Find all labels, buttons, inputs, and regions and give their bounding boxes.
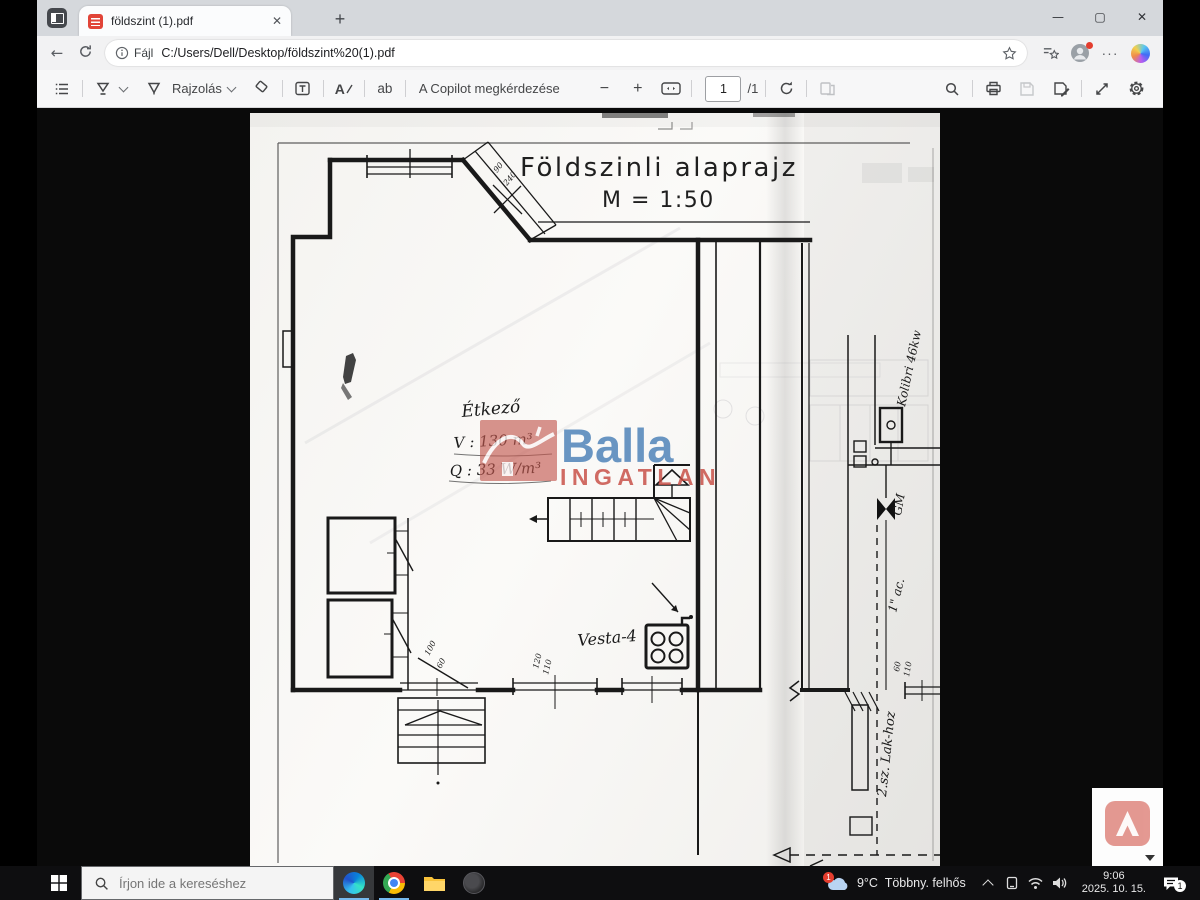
clock-date: 2025. 10. 15. <box>1082 883 1146 896</box>
scroll-down-icon[interactable] <box>1145 855 1155 861</box>
draw-pen-icon[interactable] <box>141 76 167 102</box>
page-total-label: /1 <box>747 81 758 96</box>
fullscreen-icon[interactable] <box>1089 76 1115 102</box>
highlighter-icon[interactable] <box>90 76 116 102</box>
toc-icon[interactable] <box>49 76 75 102</box>
draw-label[interactable]: Rajzolás <box>172 81 222 96</box>
weather-text[interactable]: 9°C Többny. felhős <box>857 876 966 890</box>
page-number-input[interactable] <box>705 76 741 102</box>
back-icon[interactable]: ← <box>43 44 71 62</box>
draw-dropdown-icon[interactable] <box>226 83 236 93</box>
weather-icon[interactable]: 1 <box>825 876 851 891</box>
read-aloud-icon[interactable]: A <box>331 76 357 102</box>
window-top <box>367 149 452 178</box>
translate-icon[interactable]: ab <box>372 76 398 102</box>
acrobat-panel <box>1092 788 1163 866</box>
page-view-icon[interactable] <box>814 76 840 102</box>
desktop-screen: földszint (1).pdf ✕ + — ▢ ✕ ← Fájl C:/Us… <box>0 0 1200 900</box>
floor-plan-drawing: Földszinli alaprajz M = 1:50 <box>250 113 940 866</box>
rotate-icon[interactable] <box>773 76 799 102</box>
pdf-viewer-area[interactable]: Földszinli alaprajz M = 1:50 <box>37 108 1163 866</box>
pdf-toolbar: Rajzolás A ab A Copilot megkérdezése − + <box>37 70 1163 108</box>
copilot-icon[interactable] <box>1125 38 1155 68</box>
taskbar-explorer-icon[interactable] <box>414 866 454 900</box>
tray-chevron-icon[interactable] <box>976 877 1000 889</box>
plan-title: Földszinli alaprajz <box>520 153 798 183</box>
workspaces-icon[interactable] <box>47 8 67 28</box>
address-bar: ← Fájl C:/Users/Dell/Desktop/földszint%2… <box>37 36 1163 70</box>
file-scheme-label: Fájl <box>134 46 153 60</box>
weather-temp: 9°C <box>857 876 878 890</box>
dim-win1-b: 110 <box>541 658 553 675</box>
minimize-button[interactable]: — <box>1037 0 1079 36</box>
exterior-steps <box>398 698 485 785</box>
taskbar-app-icon[interactable] <box>454 866 494 900</box>
watermark: Balla INGATLAN <box>480 419 721 490</box>
url-field[interactable]: Fájl C:/Users/Dell/Desktop/földszint%20(… <box>105 40 1027 66</box>
stove-label: Vesta-4 <box>577 626 638 650</box>
eraser-icon[interactable] <box>249 76 275 102</box>
highlighter-dropdown-icon[interactable] <box>119 83 129 93</box>
new-tab-button[interactable]: + <box>327 7 353 33</box>
search-magnifier-icon <box>94 876 109 891</box>
system-tray: 1 9°C Többny. felhős 9:06 2025. 10. 15. … <box>825 866 1200 900</box>
favorite-star-icon[interactable] <box>1002 46 1017 61</box>
weather-badge: 1 <box>823 872 834 883</box>
copilot-ask-label[interactable]: A Copilot megkérdezése <box>419 81 560 96</box>
pdf-favicon-icon <box>88 14 103 29</box>
stove <box>646 583 693 668</box>
taskbar: 1 9°C Többny. felhős 9:06 2025. 10. 15. … <box>0 866 1200 900</box>
bottom-windows <box>513 675 682 709</box>
clock-time: 9:06 <box>1082 870 1146 883</box>
left-rooms <box>328 518 478 696</box>
plan-scale: M = 1:50 <box>602 188 715 213</box>
wifi-icon[interactable] <box>1024 876 1048 890</box>
watermark-brand2: INGATLAN <box>560 464 721 490</box>
acrobat-icon[interactable] <box>1105 801 1150 846</box>
weather-desc: Többny. felhős <box>885 876 966 890</box>
collections-icon[interactable] <box>1035 38 1065 68</box>
pdf-page: Földszinli alaprajz M = 1:50 <box>250 113 940 866</box>
profile-badge <box>1086 42 1093 49</box>
notification-count: 1 <box>1174 880 1186 892</box>
zoom-out-button[interactable]: − <box>600 80 609 98</box>
settings-gear-icon[interactable] <box>1123 76 1149 102</box>
action-center-icon[interactable]: 1 <box>1156 875 1186 892</box>
zoom-in-button[interactable]: + <box>633 80 642 98</box>
fit-page-icon[interactable] <box>658 76 684 102</box>
taskbar-edge-icon[interactable] <box>334 866 374 900</box>
taskbar-chrome-icon[interactable] <box>374 866 414 900</box>
tab-strip: földszint (1).pdf ✕ + — ▢ ✕ <box>37 0 1163 36</box>
print-icon[interactable] <box>980 76 1006 102</box>
tab-close-icon[interactable]: ✕ <box>272 14 282 28</box>
taskbar-search-input[interactable] <box>117 875 321 892</box>
save-as-icon[interactable] <box>1048 76 1074 102</box>
profile-avatar[interactable] <box>1065 38 1095 68</box>
dim-win2-a: 60 <box>892 661 903 673</box>
start-button[interactable] <box>37 866 81 900</box>
room-label: Étkező <box>460 396 522 422</box>
tab-title: földszint (1).pdf <box>111 14 266 28</box>
url-text: C:/Users/Dell/Desktop/földszint%20(1).pd… <box>161 46 1002 60</box>
dim-win1-a: 120 <box>531 652 543 669</box>
browser-window: földszint (1).pdf ✕ + — ▢ ✕ ← Fájl C:/Us… <box>37 0 1163 866</box>
dim-small-a: 100 <box>423 639 438 657</box>
plan-walls-thin <box>283 222 810 855</box>
close-button[interactable]: ✕ <box>1121 0 1163 36</box>
volume-icon[interactable] <box>1048 876 1072 890</box>
refresh-icon[interactable] <box>71 44 99 63</box>
maximize-button[interactable]: ▢ <box>1079 0 1121 36</box>
tray-device-icon[interactable] <box>1000 875 1024 891</box>
dim-small-b: 60 <box>435 657 448 670</box>
taskbar-clock[interactable]: 9:06 2025. 10. 15. <box>1082 870 1146 896</box>
info-icon[interactable] <box>115 46 129 60</box>
browser-tab[interactable]: földszint (1).pdf ✕ <box>79 6 291 36</box>
save-icon[interactable] <box>1014 76 1040 102</box>
more-menu-icon[interactable]: ··· <box>1095 38 1125 68</box>
add-text-icon[interactable] <box>290 76 316 102</box>
search-icon[interactable] <box>939 76 965 102</box>
taskbar-search[interactable] <box>81 866 334 900</box>
